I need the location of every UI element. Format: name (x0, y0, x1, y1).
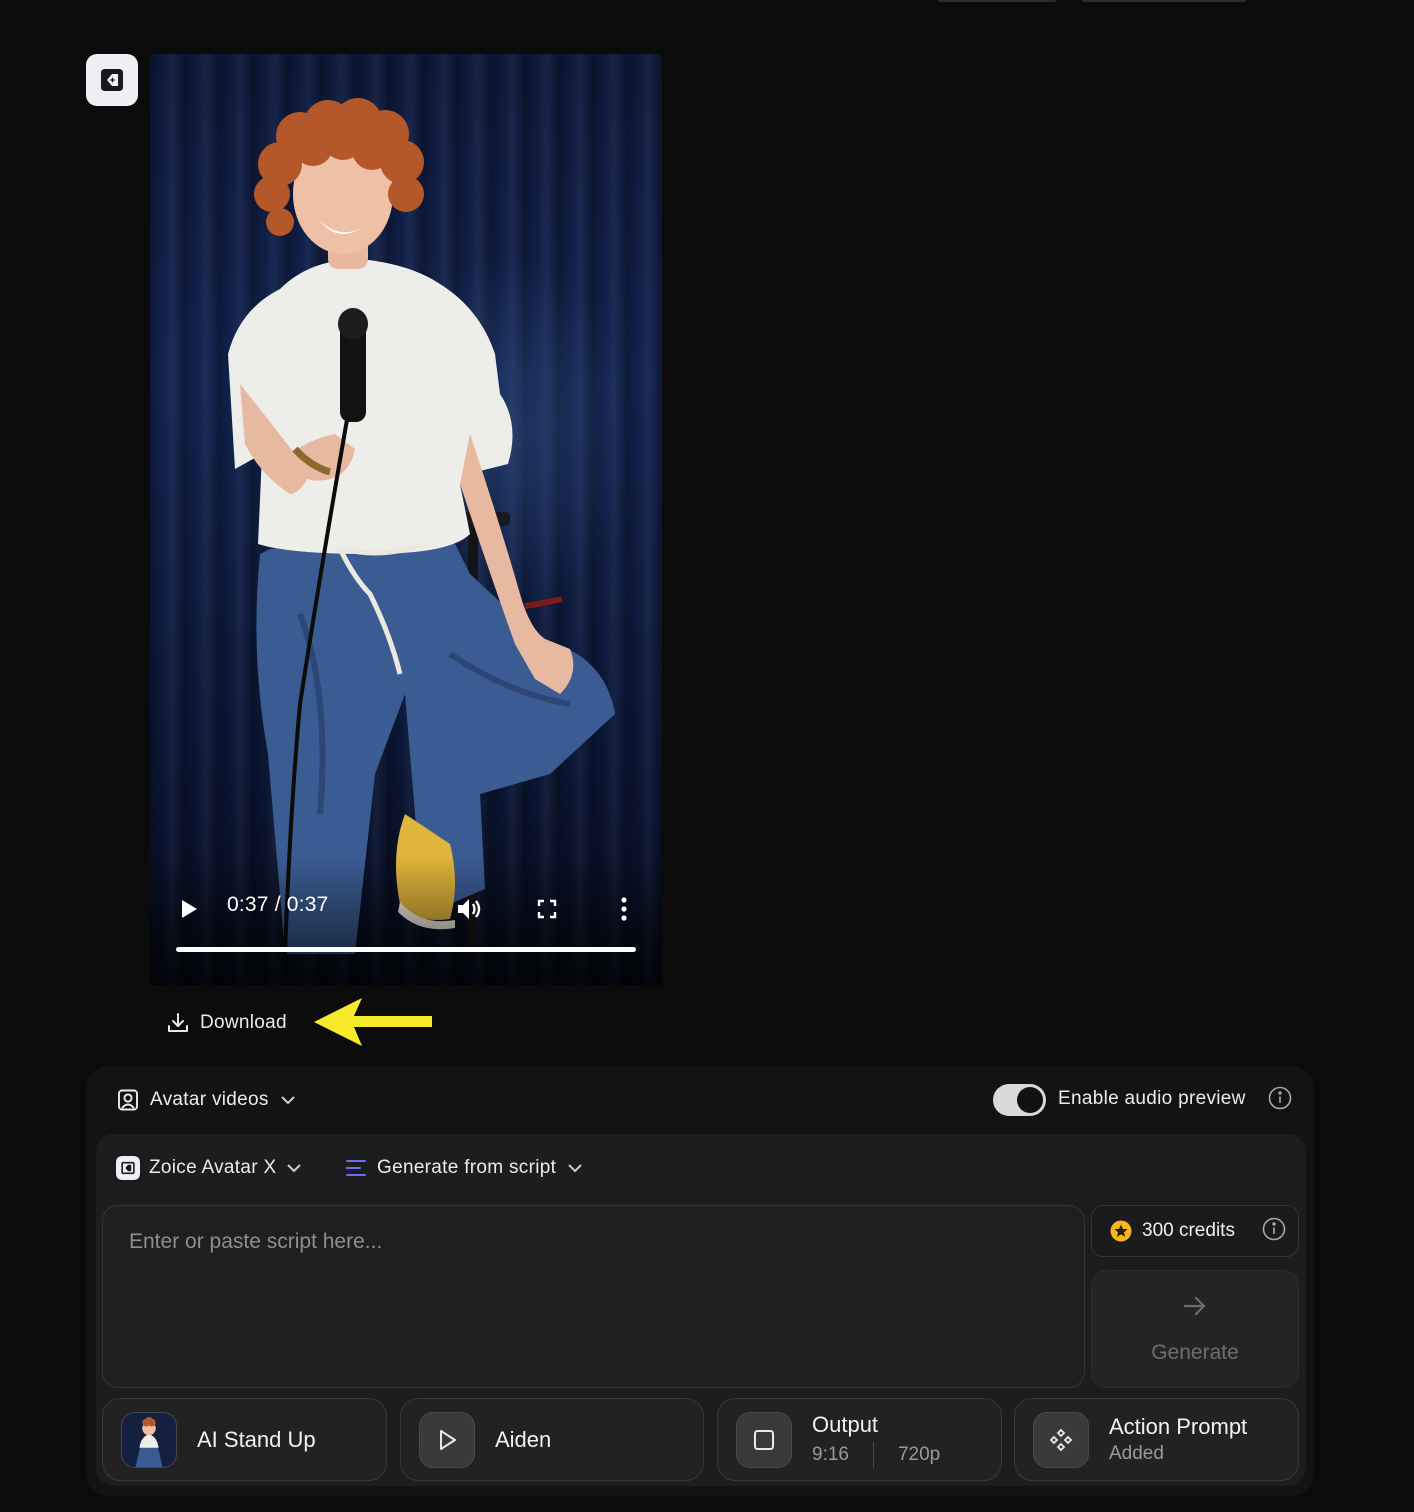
video-progress-bar[interactable] (176, 947, 636, 952)
avatar-thumbnail (121, 1411, 177, 1468)
action-prompt-title: Action Prompt (1109, 1414, 1248, 1439)
audio-preview-label: Enable audio preview (1058, 1088, 1246, 1109)
voice-chip-label: Aiden (495, 1426, 552, 1452)
generate-label: Generate (1151, 1341, 1239, 1364)
action-diamonds-icon (1033, 1411, 1089, 1468)
output-chip[interactable]: Output 9:16 720p (717, 1398, 1002, 1481)
fullscreen-icon[interactable] (532, 894, 562, 924)
app-logo-icon[interactable] (86, 54, 138, 106)
audio-preview-toggle[interactable] (993, 1084, 1046, 1116)
more-options-icon[interactable] (610, 894, 638, 924)
credits-label: 300 credits (1142, 1220, 1235, 1241)
action-prompt-status: Added (1109, 1443, 1164, 1464)
script-input[interactable] (102, 1205, 1085, 1388)
model-dropdown[interactable]: Zoice Avatar X (116, 1154, 303, 1182)
video-controls-scrim (150, 855, 662, 985)
star-coin-icon (1110, 1220, 1132, 1242)
volume-icon[interactable] (453, 894, 487, 924)
model-logo-icon (116, 1156, 140, 1180)
avatar-portrait-icon (118, 1089, 138, 1111)
chevron-down-icon (280, 1096, 295, 1105)
top-tab-indicator (938, 0, 1056, 2)
chevron-down-icon (568, 1164, 582, 1173)
voice-play-icon (419, 1411, 475, 1468)
download-icon (168, 1013, 188, 1032)
avatar-chip-label: AI Stand Up (197, 1426, 316, 1452)
video-time-display: 0:37 / 0:37 (227, 893, 329, 916)
download-button[interactable]: Download (166, 1008, 287, 1038)
output-chip-title: Output (812, 1411, 879, 1437)
play-icon[interactable] (174, 894, 204, 924)
annotation-arrow-icon (314, 998, 432, 1046)
generation-mode-dropdown[interactable]: Generate from script (345, 1154, 584, 1182)
voice-chip[interactable]: Aiden (400, 1398, 704, 1481)
info-icon[interactable] (1268, 1086, 1292, 1115)
generate-button[interactable]: Generate (1091, 1270, 1299, 1388)
model-label: Zoice Avatar X (149, 1157, 277, 1178)
output-resolution: 720p (897, 1443, 941, 1465)
video-frame-performer (228, 98, 615, 955)
script-lines-icon (346, 1160, 366, 1176)
credits-info-icon[interactable] (1262, 1217, 1286, 1246)
aspect-ratio-icon (736, 1411, 792, 1468)
arrow-right-icon (1183, 1296, 1206, 1316)
output-aspect-ratio: 9:16 (812, 1443, 849, 1465)
action-prompt-chip[interactable]: Action Prompt Added (1014, 1398, 1299, 1481)
chevron-down-icon (287, 1164, 302, 1173)
generation-mode-label: Generate from script (377, 1157, 557, 1178)
toggle-knob (1017, 1087, 1043, 1113)
video-player[interactable]: 0:37 / 0:37 (150, 54, 662, 985)
output-divider (872, 1441, 874, 1468)
avatar-chip[interactable]: AI Stand Up (102, 1398, 387, 1481)
content-type-dropdown[interactable]: Avatar videos (116, 1086, 297, 1114)
credits-badge: 300 credits (1091, 1205, 1299, 1257)
download-label: Download (200, 1012, 287, 1033)
content-type-label: Avatar videos (150, 1089, 269, 1110)
top-tab-indicator (1082, 0, 1246, 2)
